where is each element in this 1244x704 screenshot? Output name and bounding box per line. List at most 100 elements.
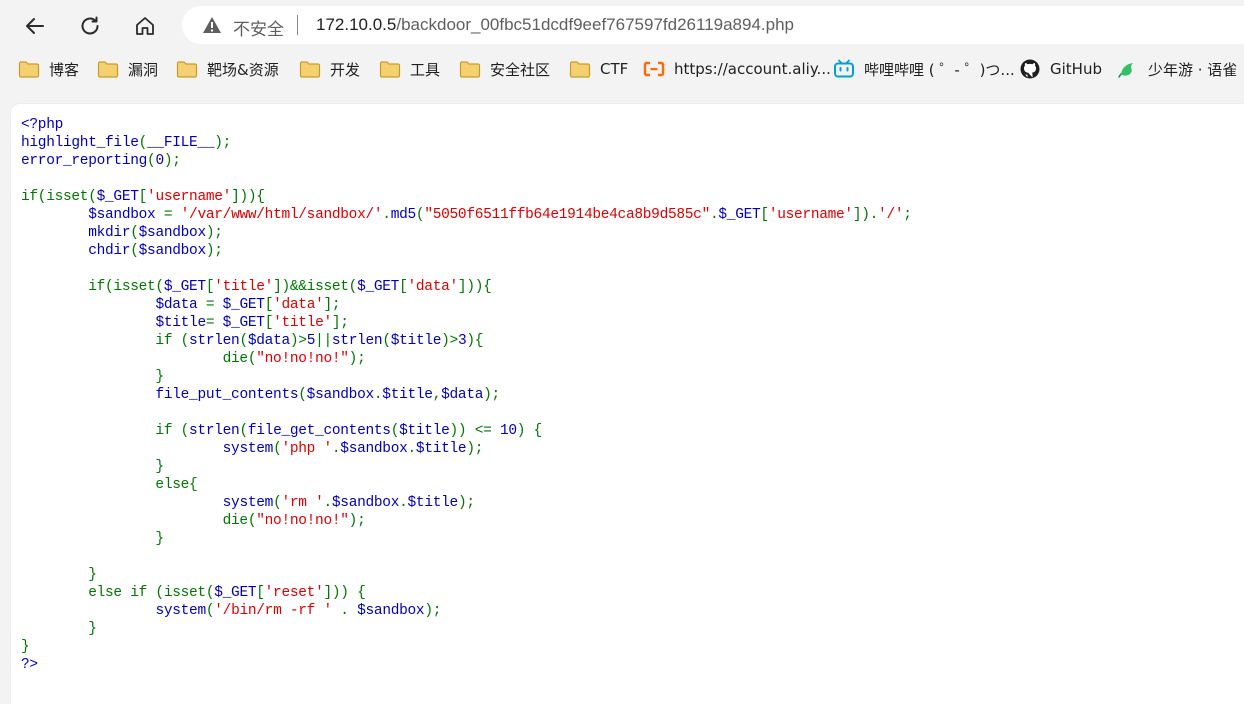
code-line: } (21, 531, 164, 547)
code-token: $sandbox (306, 387, 375, 403)
bookmark-label: 少年游 · 语雀 (1148, 60, 1238, 79)
bookmark-dev[interactable]: 开发 (299, 56, 360, 82)
bookmark-bilibili[interactable]: 哔哩哔哩 ( ゜- ゜)つ... (833, 56, 1015, 82)
code-token: 'username' (147, 189, 232, 205)
code-token: [ (205, 279, 215, 295)
code-line: $data = $_GET['data']; (21, 297, 340, 313)
code-line: else{ (21, 477, 197, 493)
code-token: $_GET (357, 279, 400, 295)
code-token: ( (130, 243, 139, 259)
code-token: ]; (323, 297, 341, 313)
code-line: else if (isset($_GET['reset'])) { (21, 585, 366, 601)
code-token: 'php ' (281, 441, 332, 457)
url-text[interactable]: 172.10.0.5/backdoor_00fbc51dcdf9eef76759… (316, 15, 794, 35)
code-line: file_put_contents($sandbox.$title,$data)… (21, 387, 500, 403)
code-token: } (21, 369, 164, 385)
github-icon (1020, 59, 1040, 79)
code-token: 'username' (768, 207, 853, 223)
code-token: if ( (21, 423, 190, 439)
code-token: 10 (499, 423, 517, 439)
code-token: if(isset( (21, 279, 164, 295)
code-token: $data (155, 297, 206, 313)
code-token: ){ (466, 333, 484, 349)
code-token: . (382, 207, 391, 223)
code-line: $sandbox = '/var/www/html/sandbox/'.md5(… (21, 207, 912, 223)
code-token: } (21, 531, 164, 547)
code-token: [ (138, 189, 148, 205)
code-token: strlen (331, 333, 383, 349)
folder-icon (299, 61, 321, 78)
back-button[interactable] (17, 8, 53, 44)
reload-button[interactable] (72, 8, 108, 44)
code-token: ])){ (457, 279, 492, 295)
code-token: . (340, 603, 358, 619)
code-token: $_GET (222, 297, 265, 313)
code-token: ]). (852, 207, 879, 223)
code-token: ) { (516, 423, 543, 439)
code-token: ; (903, 207, 912, 223)
code-line: system('/bin/rm -rf ' . $sandbox); (21, 603, 441, 619)
code-token: 'rm ' (281, 495, 324, 511)
code-token: 'data' (407, 279, 459, 295)
code-token: ]; (331, 315, 349, 331)
code-token: $_GET (718, 207, 761, 223)
code-token: $sandbox (331, 495, 400, 511)
reload-icon (81, 16, 99, 35)
code-token: '/var/www/html/sandbox/' (180, 207, 383, 223)
code-token: [ (256, 585, 265, 601)
code-token: ( (239, 423, 248, 439)
bookmark-vulns[interactable]: 漏洞 (97, 56, 158, 82)
home-icon (136, 17, 154, 35)
security-label[interactable]: 不安全 (233, 15, 284, 40)
bookmark-label: 开发 (330, 60, 361, 79)
code-token: ); (205, 225, 223, 241)
code-token: . (399, 495, 408, 511)
code-token: = (205, 297, 223, 313)
code-token: if ( (21, 333, 190, 349)
bookmark-ranges[interactable]: 靶场&资源 (176, 56, 279, 82)
code-token: else if (isset( (21, 585, 215, 601)
bookmarks-bar: 博客 漏洞 靶场&资源 开发 工具 安全社区 CTF https://accou… (0, 52, 1244, 84)
code-token: '/' (878, 207, 904, 223)
code-line: if(isset($_GET['username'])){ (21, 189, 265, 205)
code-line: highlight_file(__FILE__); (21, 135, 231, 151)
url-host: 172.10.0.5 (316, 15, 397, 34)
code-line: <?php (21, 117, 63, 133)
address-bar[interactable]: 不安全 172.10.0.5/backdoor_00fbc51dcdf9eef7… (182, 6, 1244, 44)
code-token: [ (264, 297, 274, 313)
code-token: 5 (306, 333, 316, 349)
bookmark-label: 漏洞 (128, 60, 159, 79)
code-token: file_put_contents (155, 387, 299, 403)
code-line: die("no!no!no!"); (21, 513, 366, 529)
code-token: ])){ (231, 189, 265, 205)
bookmark-label: CTF (600, 60, 629, 78)
code-token: $data (441, 387, 484, 403)
code-token: die( (21, 351, 257, 367)
code-token: __FILE__ (147, 135, 215, 151)
bookmark-yuque[interactable]: 少年游 · 语雀 (1117, 56, 1237, 82)
address-divider (297, 15, 298, 35)
bookmark-ctf[interactable]: CTF (569, 56, 628, 82)
bookmark-aliyun[interactable]: https://account.aliy... (643, 56, 831, 82)
code-token: = (205, 315, 223, 331)
home-button[interactable] (127, 8, 163, 44)
warning-icon[interactable] (202, 16, 222, 34)
bookmark-blog[interactable]: 博客 (18, 56, 79, 82)
code-token: 'title' (273, 315, 332, 331)
code-token: , (432, 387, 442, 403)
folder-icon (459, 61, 481, 78)
folder-icon (569, 61, 591, 78)
bookmark-label: 安全社区 (490, 60, 551, 79)
code-token: else{ (21, 477, 198, 493)
bookmark-github[interactable]: GitHub (1019, 56, 1102, 82)
code-token: $_GET (163, 279, 206, 295)
code-token: ?> (21, 657, 38, 673)
code-token: ); (348, 513, 366, 529)
code-token: )> (289, 333, 307, 349)
bookmark-community[interactable]: 安全社区 (459, 56, 550, 82)
code-token: mkdir (88, 225, 131, 241)
bookmark-tools[interactable]: 工具 (379, 56, 440, 82)
